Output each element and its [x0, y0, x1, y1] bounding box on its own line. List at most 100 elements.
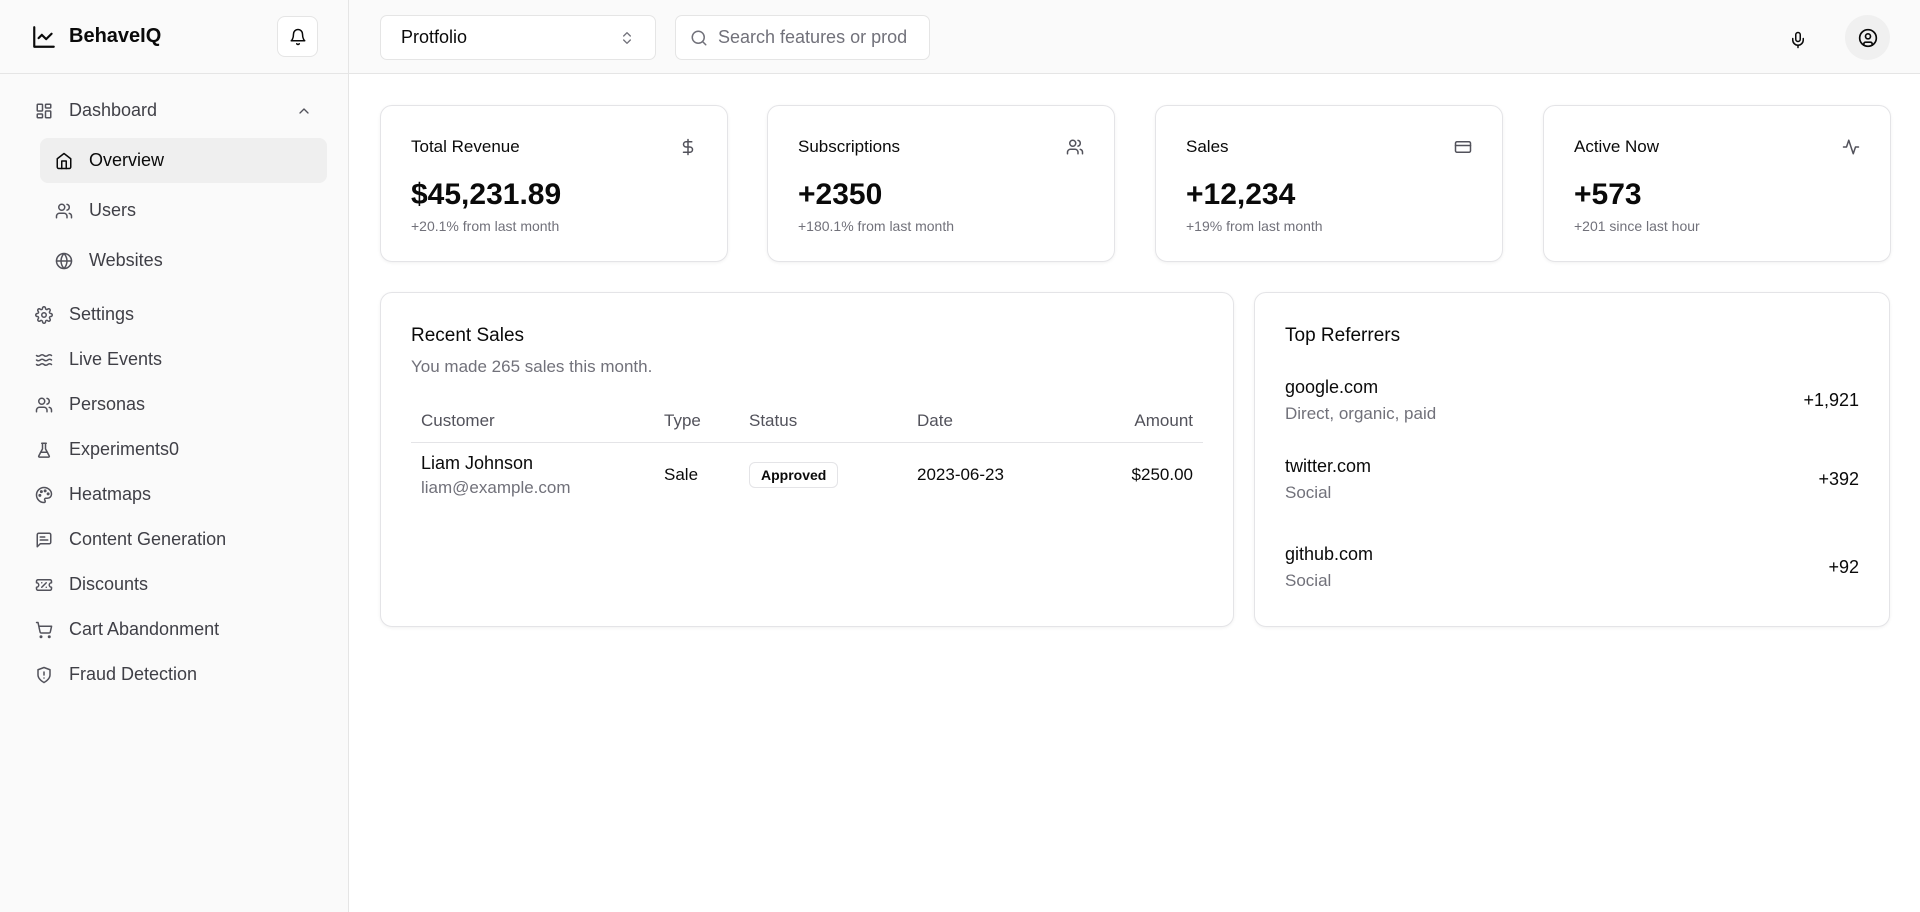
sidebar-item-content-generation[interactable]: Content Generation [0, 517, 348, 562]
customer-email: liam@example.com [421, 477, 571, 497]
globe-icon [55, 252, 73, 270]
stat-title: Total Revenue [411, 137, 520, 156]
mic-icon [1789, 31, 1807, 49]
shopping-cart-icon [35, 621, 53, 639]
status-badge: Approved [749, 462, 839, 488]
dashboard-subnav: Overview Users Websites [0, 133, 348, 292]
stat-note: +201 since last hour [1574, 218, 1700, 234]
gear-icon [35, 305, 53, 324]
referrer-value: +92 [1828, 556, 1859, 577]
chevron-up-icon[interactable] [296, 103, 312, 119]
users-icon [55, 202, 73, 220]
users-icon [1066, 138, 1084, 156]
sales-table: Customer Type Status Date Amount Liam Jo… [411, 411, 1203, 507]
sidebar-item-dashboard[interactable]: Dashboard [0, 88, 348, 133]
voice-button[interactable] [1780, 22, 1816, 58]
users-icon [35, 396, 53, 414]
stat-note: +20.1% from last month [411, 218, 560, 234]
stat-card-sales: Sales +12,234 +19% from last month [1155, 105, 1503, 262]
stat-title: Active Now [1574, 137, 1660, 156]
stat-card-total-revenue: Total Revenue $45,231.89 +20.1% from las… [380, 105, 728, 262]
table-header: Customer Type Status Date Amount [411, 411, 1203, 443]
flask-icon [35, 441, 53, 459]
section-title: Recent Sales [411, 325, 525, 346]
column-header: Status [749, 411, 798, 430]
stat-value: +573 [1574, 178, 1642, 211]
referrer-list: google.com Direct, organic, paid +1,921 … [1285, 365, 1859, 611]
sidebar-item-websites[interactable]: Websites [40, 238, 327, 283]
referrer-item[interactable]: github.com Social +92 [1285, 523, 1859, 611]
column-header: Type [664, 411, 701, 430]
customer-name: Liam Johnson [421, 452, 534, 473]
bell-icon [289, 28, 307, 46]
brand-name: BehaveIQ [69, 25, 162, 47]
sidebar-item-label: Content Generation [69, 529, 227, 549]
column-header: Amount [1134, 411, 1193, 430]
stat-value: $45,231.89 [411, 178, 562, 211]
section-subtitle: You made 265 sales this month. [411, 357, 653, 376]
waves-icon [35, 351, 53, 369]
sidebar-item-label: Dashboard [69, 100, 158, 120]
sidebar-item-settings[interactable]: Settings [0, 292, 348, 337]
sidebar-item-personas[interactable]: Personas [0, 382, 348, 427]
column-header: Date [917, 411, 953, 430]
sidebar-item-label: Experiments0 [69, 439, 180, 459]
sidebar-item-label: Fraud Detection [69, 664, 198, 684]
stat-title: Subscriptions [798, 137, 901, 156]
line-chart-icon [31, 24, 57, 50]
referrer-item[interactable]: google.com Direct, organic, paid +1,921 [1285, 365, 1859, 435]
project-select[interactable]: Protfolio [380, 15, 656, 60]
search-input[interactable] [718, 27, 918, 48]
chevrons-up-down-icon [619, 30, 635, 46]
sidebar-item-discounts[interactable]: Discounts [0, 562, 348, 607]
referrer-value: +392 [1818, 468, 1859, 489]
search-box[interactable] [675, 15, 930, 60]
sidebar-item-label: Heatmaps [69, 484, 152, 504]
user-menu-button[interactable] [1845, 15, 1890, 60]
sidebar-item-live-events[interactable]: Live Events [0, 337, 348, 382]
sidebar-item-label: Cart Abandonment [69, 619, 220, 639]
sidebar-item-label: Live Events [69, 349, 163, 369]
table-row[interactable]: Liam Johnson liam@example.com Sale Appro… [411, 443, 1203, 507]
sidebar-item-cart-abandonment[interactable]: Cart Abandonment [0, 607, 348, 652]
sidebar-item-label: Discounts [69, 574, 149, 594]
credit-card-icon [1454, 138, 1472, 156]
brand-logo[interactable]: BehaveIQ [31, 24, 161, 50]
date-cell: 2023-06-23 [917, 465, 1004, 484]
message-square-text-icon [35, 531, 53, 549]
column-header: Customer [421, 411, 495, 430]
sidebar: BehaveIQ Dashboard Overview Users Websit… [0, 0, 349, 912]
sidebar-item-experiments[interactable]: Experiments0 [0, 427, 348, 472]
referrer-item[interactable]: twitter.com Social +392 [1285, 435, 1859, 523]
stat-card-active-now: Active Now +573 +201 since last hour [1543, 105, 1891, 262]
circle-user-icon [1858, 28, 1878, 48]
dollar-icon [679, 138, 697, 156]
palette-icon [35, 486, 53, 504]
sidebar-item-fraud-detection[interactable]: Fraud Detection [0, 652, 348, 697]
sidebar-item-overview[interactable]: Overview [40, 138, 327, 183]
customer-cell: Liam Johnson liam@example.com [411, 453, 664, 498]
sidebar-item-label: Users [89, 200, 137, 220]
referrer-name: twitter.com [1285, 455, 1372, 476]
sidebar-item-heatmaps[interactable]: Heatmaps [0, 472, 348, 517]
sidebar-nav: Dashboard Overview Users Websites Settin… [0, 74, 348, 697]
shield-alert-icon [35, 666, 53, 684]
stat-card-subscriptions: Subscriptions +2350 +180.1% from last mo… [767, 105, 1115, 262]
referrer-value: +1,921 [1803, 389, 1859, 410]
stat-value: +2350 [798, 178, 883, 211]
brand-row: BehaveIQ [0, 0, 348, 74]
stat-title: Sales [1186, 137, 1229, 156]
sidebar-item-users[interactable]: Users [40, 188, 327, 233]
stat-note: +19% from last month [1186, 218, 1323, 234]
ticket-percent-icon [35, 576, 53, 594]
top-referrers-card: Top Referrers google.com Direct, organic… [1254, 292, 1890, 627]
sidebar-item-label: Personas [69, 394, 146, 414]
sidebar-item-label: Settings [69, 304, 135, 324]
status-cell: Approved [749, 462, 917, 488]
referrer-desc: Social [1285, 482, 1332, 502]
activity-icon [1842, 138, 1860, 156]
layout-dashboard-icon [35, 102, 53, 120]
notifications-button[interactable] [277, 16, 318, 57]
type-cell: Sale [664, 465, 699, 484]
sidebar-item-label: Overview [89, 150, 165, 170]
